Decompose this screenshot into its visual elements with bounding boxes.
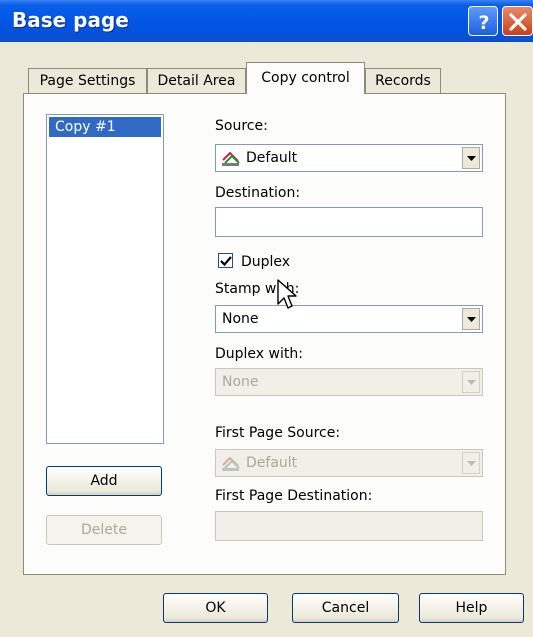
ok-button-label: OK <box>205 600 226 616</box>
duplex-label: Duplex <box>241 254 291 270</box>
copies-list[interactable]: Copy #1 <box>46 114 164 444</box>
tab-label: Copy control <box>261 70 350 86</box>
svg-text:?: ? <box>478 12 489 34</box>
tab-copy-control[interactable]: Copy control <box>246 62 365 94</box>
printer-tray-icon <box>222 151 240 166</box>
first-page-destination-input[interactable] <box>215 511 483 541</box>
first-page-source-dropdown[interactable]: Default <box>215 449 483 477</box>
cancel-button-label: Cancel <box>321 600 370 616</box>
delete-button[interactable]: Delete <box>46 515 162 545</box>
first-page-source-value: Default <box>246 455 298 471</box>
tab-label: Detail Area <box>157 73 236 89</box>
stamp-with-value: None <box>222 311 259 327</box>
tab-page-settings[interactable]: Page Settings <box>28 68 147 94</box>
destination-label: Destination: <box>215 185 301 201</box>
ok-button[interactable]: OK <box>163 593 268 623</box>
first-page-source-dropdown-arrow[interactable] <box>462 452 480 474</box>
chevron-down-icon <box>467 156 476 161</box>
chevron-down-icon <box>467 317 476 322</box>
source-value: Default <box>246 150 298 166</box>
duplex-with-value: None <box>222 374 259 390</box>
checkmark-icon <box>220 256 232 267</box>
duplex-checkbox[interactable] <box>218 253 233 268</box>
list-item-copy-1[interactable]: Copy #1 <box>49 117 161 137</box>
tab-detail-area[interactable]: Detail Area <box>147 68 246 94</box>
first-page-source-label: First Page Source: <box>215 425 341 441</box>
chevron-down-icon <box>467 380 476 385</box>
add-button-label: Add <box>90 473 118 489</box>
duplex-with-dropdown[interactable]: None <box>215 368 483 396</box>
help-button[interactable]: Help <box>419 593 524 623</box>
source-label: Source: <box>215 118 268 134</box>
source-dropdown-arrow[interactable] <box>462 147 480 169</box>
help-button-label: Help <box>455 600 488 616</box>
cancel-button[interactable]: Cancel <box>292 593 399 623</box>
close-x-icon <box>509 13 527 31</box>
list-item-label: Copy #1 <box>55 119 116 135</box>
stamp-with-dropdown-arrow[interactable] <box>462 308 480 330</box>
source-dropdown[interactable]: Default <box>215 144 483 172</box>
printer-tray-icon <box>222 456 240 471</box>
add-button[interactable]: Add <box>46 466 162 496</box>
stamp-with-dropdown[interactable]: None <box>215 305 483 333</box>
mouse-pointer-icon <box>277 279 297 309</box>
tab-label: Page Settings <box>39 73 136 89</box>
question-mark-icon: ? <box>478 12 489 34</box>
help-title-button[interactable]: ? <box>468 6 498 36</box>
window-title: Base page <box>12 8 129 32</box>
chevron-down-icon <box>467 461 476 466</box>
first-page-destination-label: First Page Destination: <box>215 488 373 504</box>
duplex-with-label: Duplex with: <box>215 346 303 362</box>
title-bar: Base page ? <box>0 0 533 42</box>
delete-button-label: Delete <box>81 522 127 538</box>
base-page-dialog: Base page ? Page Settings Detail Area Re… <box>0 0 533 637</box>
tab-records[interactable]: Records <box>365 68 441 94</box>
tab-label: Records <box>375 73 431 89</box>
close-button[interactable] <box>502 6 533 36</box>
duplex-with-dropdown-arrow[interactable] <box>462 371 480 393</box>
destination-input[interactable] <box>215 207 483 237</box>
